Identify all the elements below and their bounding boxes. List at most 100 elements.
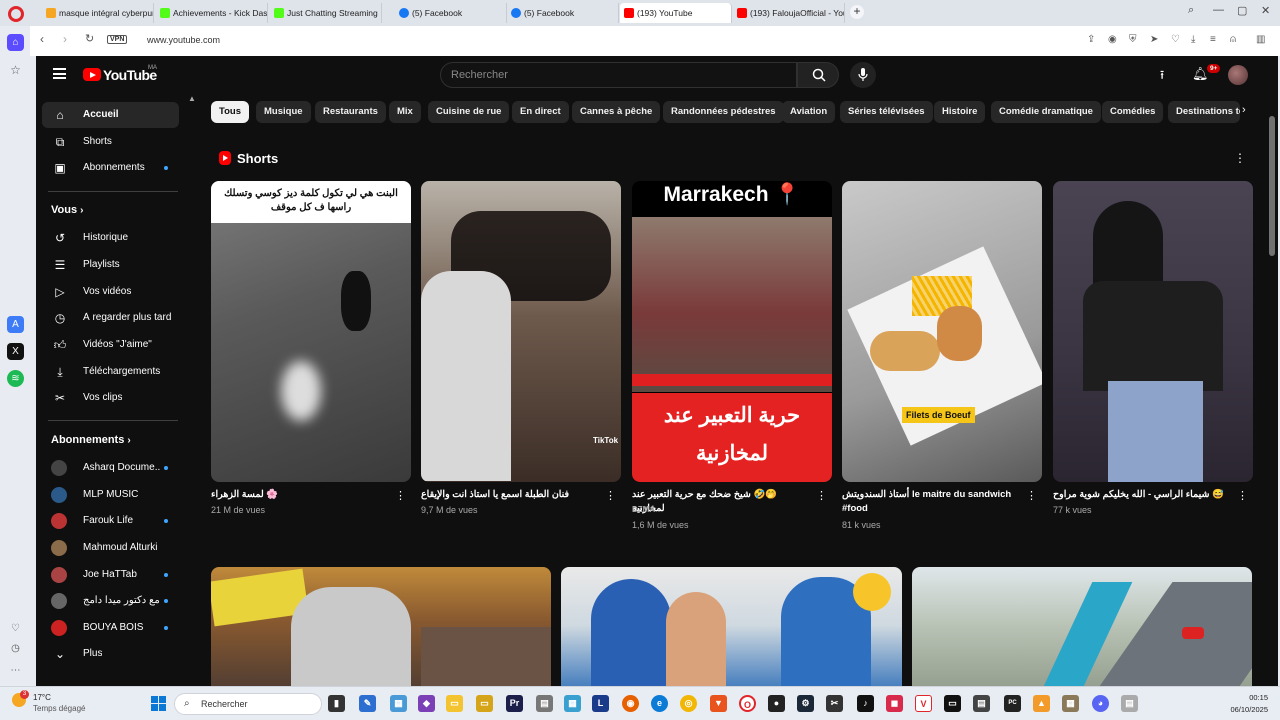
app-icon[interactable]: ▲ [1033, 695, 1050, 712]
l-app-icon[interactable]: L [592, 695, 609, 712]
more-vertical-icon[interactable]: ⋮ [816, 489, 827, 502]
short-card[interactable]: TikTok فنان الطبلة اسمع يا استاذ انت وال… [421, 181, 621, 515]
nav-item-vos-clips[interactable]: ✂ Vos clips [42, 385, 179, 411]
chip-destinations[interactable]: Destinations to [1168, 101, 1240, 123]
send-icon[interactable]: ➤ [1150, 34, 1158, 45]
weather-temperature[interactable]: 17°C [33, 693, 51, 702]
edge-icon[interactable]: e [651, 695, 668, 712]
short-thumbnail[interactable]: Filets de Boeuf [842, 181, 1042, 482]
short-thumbnail[interactable]: TikTok [421, 181, 621, 482]
short-title[interactable]: 😅 شيماء الراسي - الله يخليكم شوية مراوح [1053, 488, 1233, 502]
more-vertical-icon[interactable]: ⋮ [1234, 151, 1246, 165]
nav-item-videos-jaime[interactable]: 👍︎ Vidéos "J'aime" [42, 332, 179, 358]
voice-search-button[interactable] [850, 62, 876, 88]
whiteboard-app-icon[interactable]: ✎ [359, 695, 376, 712]
reload-icon[interactable]: ↻ [85, 32, 94, 45]
premiere-app-icon[interactable]: Pr [506, 695, 523, 712]
star-icon[interactable]: ☆ [7, 62, 24, 79]
tiktok-icon[interactable]: ♪ [857, 695, 874, 712]
short-title[interactable]: 🌸 لمسة الزهراء [211, 488, 391, 502]
browser-tab[interactable]: (193) FaloujaOfficial - YouT [733, 3, 845, 23]
nav-item-shorts[interactable]: ⧉ Shorts [42, 129, 179, 155]
nav-item-accueil[interactable]: ⌂ Accueil [42, 102, 179, 128]
chip-cannes-a-peche[interactable]: Cannes à pêche [572, 101, 661, 123]
subscription-channel[interactable]: Farouk Life [42, 508, 179, 534]
browser-tab[interactable]: (5) Facebook [395, 3, 507, 23]
more-vertical-icon[interactable]: ⋮ [605, 489, 616, 502]
sidebar-toggle-icon[interactable]: ▥ [1256, 34, 1265, 45]
aria-icon[interactable]: A [7, 316, 24, 333]
app-icon[interactable]: ▤ [973, 695, 990, 712]
menu-lines-icon[interactable]: ≡ [1210, 34, 1216, 45]
pc-app-icon[interactable]: PC [1004, 695, 1021, 712]
subscription-channel[interactable]: بودكاست مع دكتور ميدا دامج... [42, 588, 179, 614]
short-title[interactable]: 🤭🤣 شيخ ضحك مع حرية التعبير عند لمخازنية [632, 488, 812, 516]
taskbar-date[interactable]: 06/10/2025 [1220, 705, 1268, 714]
nav-item-abonnements[interactable]: ▣ Abonnements [42, 155, 179, 181]
chip-randonnees[interactable]: Randonnées pédestres [663, 101, 784, 123]
opera-logo-icon[interactable] [8, 6, 24, 22]
chip-comedie-dramatique[interactable]: Comédie dramatique [991, 101, 1101, 123]
short-thumbnail[interactable]: البنت هي لي تكول كلمة ديز كوسي وتسلك راس… [211, 181, 411, 482]
nav-item-telechargements[interactable]: ⤓ Téléchargements [42, 359, 179, 385]
brave-icon[interactable]: ▼ [710, 695, 727, 712]
more-vertical-icon[interactable]: ⋮ [1237, 489, 1248, 502]
chip-en-direct[interactable]: En direct [512, 101, 569, 123]
weather-description[interactable]: Temps dégagé [33, 704, 85, 713]
chip-series-televisees[interactable]: Séries télévisées [840, 101, 933, 123]
subscription-channel[interactable]: BOUYA BOIS [42, 615, 179, 641]
app-icon[interactable]: ◼ [886, 695, 903, 712]
heart-icon[interactable]: ♡ [7, 620, 24, 637]
hamburger-menu-icon[interactable] [53, 68, 66, 79]
search-input[interactable]: Rechercher [440, 62, 797, 88]
workspace-icon[interactable]: ⌂ [7, 34, 24, 51]
short-card[interactable]: Marrakech 📍 حرية التعبير عند لمخازنية 🤭🤣… [632, 181, 832, 530]
show-more-button[interactable]: ⌄ Plus [42, 641, 179, 667]
more-dots-icon[interactable]: ⋯ [7, 662, 24, 679]
subscription-channel[interactable]: Mahmoud Alturki I... [42, 535, 179, 561]
taskbar-time[interactable]: 00:15 [1228, 693, 1268, 702]
short-title[interactable]: أستاذ السندويتش le maitre du sandwich #f… [842, 488, 1022, 516]
short-card[interactable]: 😅 شيماء الراسي - الله يخليكم شوية مراوح … [1053, 181, 1253, 515]
subscription-channel[interactable]: Joe HaTTab [42, 562, 179, 588]
firefox-icon[interactable]: ◉ [622, 695, 639, 712]
nav-item-vos-videos[interactable]: ▷ Vos vidéos [42, 279, 179, 305]
capcut-icon[interactable]: ✂ [826, 695, 843, 712]
maximize-icon[interactable]: ▢ [1237, 4, 1247, 17]
short-channel[interactable]: DZMA [632, 505, 655, 514]
forward-icon[interactable]: › [63, 32, 67, 46]
taskbar-search-input[interactable]: ⌕ Rechercher [174, 693, 322, 715]
chip-mix[interactable]: Mix [389, 101, 421, 123]
heart-icon[interactable]: ♡ [1171, 34, 1180, 45]
app-icon[interactable]: ▦ [1062, 695, 1079, 712]
camera-icon[interactable]: ◉ [1108, 34, 1117, 45]
spotify-icon[interactable]: ≋ [7, 370, 24, 387]
new-tab-button[interactable]: + [850, 5, 864, 19]
more-vertical-icon[interactable]: ⋮ [395, 489, 406, 502]
chip-aviation[interactable]: Aviation [782, 101, 836, 123]
short-card[interactable]: Filets de Boeuf أستاذ السندويتش le maitr… [842, 181, 1042, 530]
share-icon[interactable]: ⇪ [1087, 34, 1095, 45]
chip-restaurants[interactable]: Restaurants [315, 101, 386, 123]
short-card[interactable]: البنت هي لي تكول كلمة ديز كوسي وتسلك راس… [211, 181, 411, 515]
app-icon[interactable]: ▤ [1121, 695, 1138, 712]
nav-item-playlists[interactable]: ☰ Playlists [42, 252, 179, 278]
chip-musique[interactable]: Musique [256, 101, 311, 123]
x-twitter-icon[interactable]: X [7, 343, 24, 360]
app-icon[interactable]: ▤ [536, 695, 553, 712]
subscription-channel[interactable]: MLP MUSIC [42, 482, 179, 508]
app-icon[interactable]: ● [768, 695, 785, 712]
browser-tab[interactable]: (5) Facebook [507, 3, 619, 23]
vpn-badge[interactable]: VPN [107, 35, 128, 44]
page-scrollbar[interactable] [1269, 116, 1275, 256]
video-thumbnail[interactable] [211, 567, 551, 686]
video-thumbnail[interactable] [561, 567, 902, 686]
windows-start-icon[interactable] [151, 696, 167, 712]
chrome-icon[interactable]: ◎ [680, 695, 697, 712]
back-icon[interactable]: ‹ [40, 32, 44, 46]
opera-taskbar-icon[interactable]: O [739, 695, 756, 712]
chevron-right-icon[interactable]: › [1242, 104, 1246, 116]
short-thumbnail[interactable] [1053, 181, 1253, 482]
folder-icon[interactable]: ▭ [476, 695, 493, 712]
upload-icon[interactable]: ⭱ [1160, 66, 1164, 87]
